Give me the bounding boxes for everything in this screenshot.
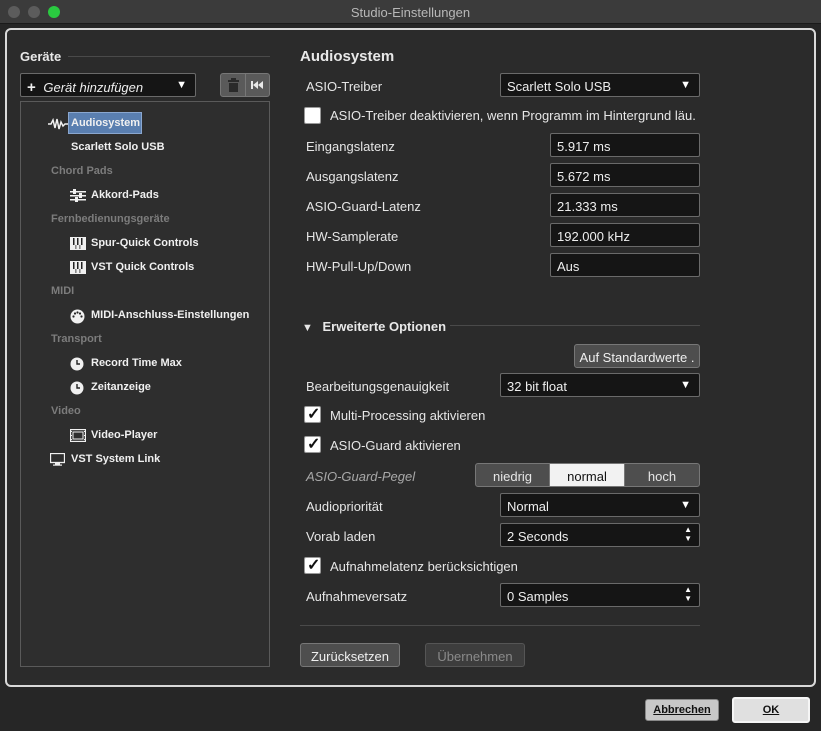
- tree-category-transport: Transport: [51, 333, 102, 345]
- output-latency-label: Ausgangslatenz: [306, 169, 399, 184]
- preload-stepper[interactable]: 2 Seconds ▲ ▼: [500, 523, 700, 547]
- tree-item-label: Akkord-Pads: [91, 189, 159, 201]
- device-actions: [220, 73, 270, 97]
- clock-icon: [70, 381, 84, 395]
- cancel-button[interactable]: Abbrechen: [645, 699, 719, 721]
- preload-label: Vorab laden: [306, 529, 376, 544]
- tree-category-fernbedienungsgeraete: Fernbedienungsgeräte: [51, 213, 170, 225]
- tree-category-chord-pads: Chord Pads: [51, 165, 113, 177]
- asio-guard-latency-label: ASIO-Guard-Latenz: [306, 199, 421, 214]
- hw-samplerate-label: HW-Samplerate: [306, 229, 399, 244]
- monitor-icon: [50, 453, 65, 466]
- record-latency-label: Aufnahmelatenz berücksichtigen: [330, 559, 518, 574]
- guard-level-normal[interactable]: normal: [549, 463, 625, 487]
- divider: [68, 56, 270, 57]
- tree-item-label: Spur-Quick Controls: [91, 237, 199, 249]
- up-down-arrows-icon: ▲ ▼: [684, 585, 692, 603]
- delete-device-button[interactable]: [221, 74, 246, 96]
- keyboard-icon: [70, 237, 86, 250]
- tree-item-label: VST Quick Controls: [91, 261, 195, 273]
- record-latency-checkbox[interactable]: ✓: [304, 557, 321, 574]
- multiprocessing-checkbox[interactable]: ✓: [304, 406, 321, 423]
- asio-guard-checkbox[interactable]: ✓: [304, 436, 321, 453]
- trash-icon: [228, 78, 239, 92]
- asio-driver-select[interactable]: Scarlett Solo USB ▼: [500, 73, 700, 97]
- plus-icon: +: [27, 79, 36, 96]
- tree-category-midi: MIDI: [51, 285, 75, 297]
- sliders-icon: [70, 189, 86, 202]
- waveform-icon: [48, 118, 68, 130]
- multiprocessing-label: Multi-Processing aktivieren: [330, 408, 486, 423]
- hw-pullupdown-label: HW-Pull-Up/Down: [306, 259, 412, 274]
- asio-guard-latency-value: 21.333 ms: [550, 193, 700, 217]
- input-latency-label: Eingangslatenz: [306, 139, 395, 154]
- chevron-down-icon: ▼: [176, 79, 187, 91]
- reset-device-button[interactable]: [246, 74, 270, 96]
- asio-driver-label: ASIO-Treiber: [306, 79, 383, 94]
- output-latency-value: 5.672 ms: [550, 163, 700, 187]
- input-latency-value: 5.917 ms: [550, 133, 700, 157]
- audio-priority-label: Audiopriorität: [306, 499, 383, 514]
- tree-item-label: Record Time Max: [91, 357, 182, 369]
- checkmark-icon: ✓: [307, 406, 321, 423]
- deactivate-driver-label: ASIO-Treiber deaktivieren, wenn Programm…: [330, 108, 696, 123]
- up-down-arrows-icon: ▲ ▼: [684, 525, 692, 543]
- advanced-options-toggle[interactable]: ▼ Erweiterte Optionen: [302, 319, 446, 334]
- checkmark-icon: ✓: [307, 436, 321, 453]
- clock-icon: [70, 357, 84, 371]
- triangle-down-icon: ▼: [302, 322, 313, 334]
- checkmark-icon: ✓: [307, 557, 321, 574]
- record-offset-stepper[interactable]: 0 Samples ▲ ▼: [500, 583, 700, 607]
- chevron-down-icon: ▼: [680, 499, 691, 511]
- record-offset-label: Aufnahmeversatz: [306, 589, 408, 604]
- apply-button[interactable]: Übernehmen: [425, 643, 525, 667]
- window-title: Studio-Einstellungen: [350, 5, 471, 20]
- hw-pullupdown-value: Aus: [550, 253, 700, 277]
- devices-heading: Geräte: [20, 49, 62, 64]
- tree-item-label: Audiosystem: [71, 117, 141, 129]
- restore-defaults-button[interactable]: Auf Standardwerte .: [574, 344, 700, 368]
- midi-port-icon: [70, 309, 85, 324]
- tree-item-label: MIDI-Anschluss-Einstellungen: [91, 309, 250, 321]
- add-device-dropdown[interactable]: + Gerät hinzufügen ▼: [20, 73, 196, 97]
- tree-category-video: Video: [51, 405, 81, 417]
- film-icon: [70, 429, 86, 442]
- precision-select[interactable]: 32 bit float ▼: [500, 373, 700, 397]
- precision-label: Bearbeitungsgenauigkeit: [306, 379, 450, 394]
- asio-guard-level-label: ASIO-Guard-Pegel: [306, 469, 416, 484]
- ok-button[interactable]: OK: [732, 697, 810, 723]
- guard-level-high[interactable]: hoch: [624, 463, 700, 487]
- tree-item-label: Video-Player: [91, 429, 158, 441]
- keyboard-icon: [70, 261, 86, 274]
- audio-priority-select[interactable]: Normal ▼: [500, 493, 700, 517]
- reset-button[interactable]: Zurücksetzen: [300, 643, 400, 667]
- divider: [450, 325, 700, 326]
- tree-item-label: Zeitanzeige: [91, 381, 151, 393]
- asio-guard-label: ASIO-Guard aktivieren: [330, 438, 461, 453]
- chevron-down-icon: ▼: [680, 379, 691, 391]
- title-bar: Studio-Einstellungen: [0, 0, 821, 24]
- rewind-icon: [251, 81, 263, 89]
- divider: [300, 625, 700, 626]
- tree-item-scarlett-solo-usb[interactable]: Scarlett Solo USB: [71, 141, 165, 153]
- tree-item-label: VST System Link: [71, 453, 161, 465]
- page-title: Audiosystem: [300, 48, 395, 65]
- guard-level-low[interactable]: niedrig: [475, 463, 550, 487]
- deactivate-driver-checkbox[interactable]: [304, 107, 321, 124]
- hw-samplerate-value: 192.000 kHz: [550, 223, 700, 247]
- chevron-down-icon: ▼: [680, 79, 691, 91]
